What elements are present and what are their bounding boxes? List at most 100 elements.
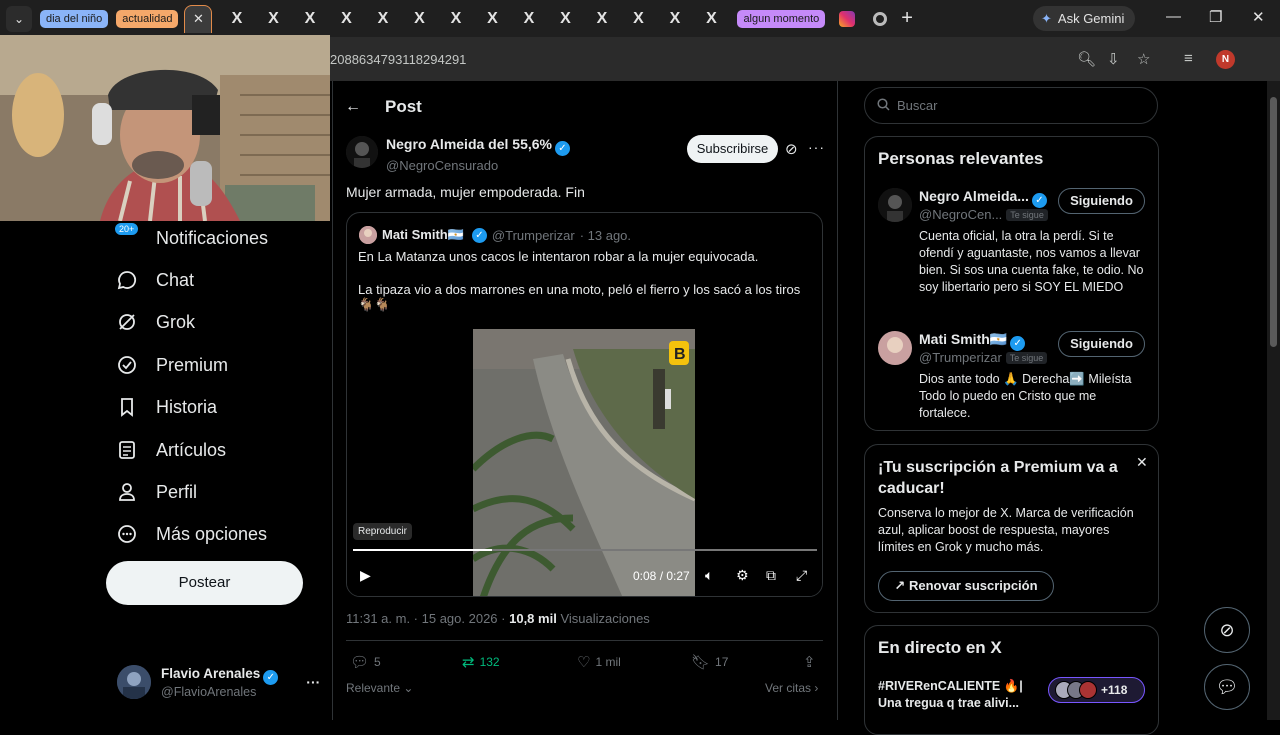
tab-search-button[interactable]: ⌄	[6, 5, 32, 32]
x-tab[interactable]: X	[480, 10, 504, 28]
follows-you-badge: Te sigue	[1006, 209, 1048, 221]
premium-title: ¡Tu suscripción a Premium va a caducar!	[878, 459, 1118, 497]
reply-button[interactable]: 💬︎ 5	[350, 653, 381, 671]
star-icon[interactable]: ☆	[1137, 50, 1150, 68]
avatar[interactable]	[346, 136, 378, 168]
ask-gemini-button[interactable]: ✦ Ask Gemini	[1033, 6, 1135, 31]
grok-icon[interactable]: ⊘	[785, 140, 798, 158]
like-button[interactable]: ♡ 1 mil	[577, 653, 621, 671]
account-handle: @FlavioArenales	[161, 684, 257, 699]
quoted-post[interactable]: Mati Smith🇦🇷 ✓ @Trumperizar · 13 ago. En…	[346, 212, 823, 597]
nav-premium[interactable]: Premium	[116, 354, 228, 376]
sort-dropdown[interactable]: Relevante ⌄	[346, 681, 413, 695]
x-tab[interactable]: X	[225, 10, 249, 28]
following-button[interactable]: Siguiendo	[1058, 188, 1145, 214]
quoted-date: · 13 ago.	[579, 227, 632, 243]
x-tab[interactable]: X	[298, 10, 322, 28]
x-tab[interactable]: X	[590, 10, 614, 28]
video-time: 0:08 / 0:27	[633, 569, 690, 583]
search-placeholder: Buscar	[897, 98, 938, 113]
video-progress-fill	[353, 549, 493, 551]
repost-button[interactable]: ⇄ 132	[462, 653, 500, 671]
more-icon[interactable]: ···	[808, 139, 825, 155]
quoted-text-line2: La tipaza vio a dos marrones en una moto…	[358, 282, 800, 313]
x-tab[interactable]: X	[371, 10, 395, 28]
author-handle[interactable]: @NegroCensurado	[386, 158, 570, 173]
premium-card: ¡Tu suscripción a Premium va a caducar! …	[864, 444, 1159, 613]
x-tab[interactable]: X	[444, 10, 468, 28]
scrollbar-thumb[interactable]	[1270, 97, 1277, 347]
x-tab[interactable]: X	[553, 10, 577, 28]
account-switcher[interactable]: Flavio Arenales ✓ @FlavioArenales ···	[117, 665, 320, 699]
renew-subscription-button[interactable]: ↗ Renovar suscripción	[878, 571, 1054, 601]
tab-group-algun-momento[interactable]: algun momento	[737, 9, 826, 28]
avatar	[117, 665, 151, 699]
nav-articulos[interactable]: Artículos	[116, 439, 226, 461]
nav-chat[interactable]: Chat	[116, 269, 194, 291]
scrollbar[interactable]	[1267, 81, 1280, 720]
x-tab[interactable]: X	[517, 10, 541, 28]
follows-you-badge: Te sigue	[1005, 352, 1048, 364]
close-icon[interactable]: ✕	[193, 11, 204, 27]
maximize-icon[interactable]: ❐	[1209, 8, 1222, 26]
live-topic[interactable]: #RIVERenCALIENTE 🔥| Una tregua q trae al…	[878, 678, 1038, 712]
volume-icon[interactable]: 🔈︎	[705, 567, 713, 584]
card-title: En directo en X	[878, 638, 1002, 657]
nav-perfil[interactable]: Perfil	[116, 481, 197, 503]
tab-group-actualidad[interactable]: actualidad	[116, 9, 179, 28]
x-tab[interactable]: X	[699, 10, 723, 28]
minimize-icon[interactable]: —	[1166, 8, 1181, 25]
bookmark-button[interactable]: 🔖︎ 17	[691, 653, 728, 671]
chrome-tab-icon[interactable]	[873, 11, 888, 26]
pip-icon[interactable]: ⧉	[766, 567, 776, 584]
share-button[interactable]: ⇪	[803, 653, 816, 671]
nav-historia[interactable]: Historia	[116, 396, 217, 418]
see-quotes-link[interactable]: Ver citas ›	[765, 681, 818, 695]
search-input[interactable]: Buscar	[864, 87, 1158, 124]
subscribe-button[interactable]: Subscribirse	[687, 135, 778, 163]
quoted-author[interactable]: Mati Smith🇦🇷 ✓ @Trumperizar · 13 ago.	[359, 226, 631, 244]
x-tab[interactable]: X	[626, 10, 650, 28]
video-player[interactable]: B Reproducir ▶ 0:08 / 0:27 🔈︎ ⚙ ⧉ ⤢	[347, 327, 822, 596]
active-tab[interactable]: ✕	[184, 4, 213, 33]
chevron-down-icon: ⌄	[403, 681, 414, 695]
settings-icon[interactable]: ⚙	[736, 567, 749, 584]
instagram-tab-icon[interactable]	[839, 10, 856, 27]
post-meta: 11:31 a. m. · 15 ago. 2026 · 10,8 mil Vi…	[346, 611, 650, 626]
new-tab-button[interactable]: +	[901, 7, 913, 30]
avatar[interactable]	[878, 188, 912, 222]
install-app-icon[interactable]: ⇩	[1107, 50, 1120, 68]
following-button[interactable]: Siguiendo	[1058, 331, 1145, 357]
play-icon[interactable]: ▶	[360, 567, 371, 584]
nav-notifications[interactable]: Notificaciones	[116, 227, 268, 249]
nav-mas-opciones[interactable]: Más opciones	[116, 523, 267, 545]
play-tooltip: Reproducir	[353, 523, 412, 540]
x-tab[interactable]: X	[663, 10, 687, 28]
tab-group-dia-del-nino[interactable]: dia del niño	[40, 9, 109, 28]
x-tab[interactable]: X	[261, 10, 285, 28]
post-author[interactable]: Negro Almeida del 55,6% ✓ @NegroCensurado	[386, 136, 570, 173]
nav-grok[interactable]: Grok	[116, 311, 195, 333]
fullscreen-icon[interactable]: ⤢	[796, 567, 807, 584]
live-participants[interactable]: +118	[1048, 677, 1145, 703]
url-text[interactable]: 2088634793118294291	[330, 52, 466, 67]
reply-count: 5	[374, 655, 381, 669]
video-progress-bar[interactable]	[353, 549, 817, 551]
profile-avatar[interactable]: N	[1216, 50, 1235, 69]
avatar	[1079, 681, 1097, 699]
live-count: +118	[1101, 683, 1128, 697]
avatar[interactable]	[878, 331, 912, 365]
grok-icon[interactable]: ⊘	[1204, 607, 1250, 653]
window-close-icon[interactable]: ✕	[1252, 8, 1265, 26]
zoom-icon[interactable]: 🔍︎	[1077, 50, 1096, 68]
author-name[interactable]: Negro Almeida del 55,6%	[386, 136, 552, 152]
x-tab[interactable]: X	[334, 10, 358, 28]
x-tab[interactable]: X	[407, 10, 431, 28]
post-button[interactable]: Postear	[106, 561, 303, 605]
media-list-icon[interactable]: ≡	[1184, 50, 1193, 67]
chat-icon[interactable]: 💬︎	[1204, 664, 1250, 710]
back-arrow-icon[interactable]: ←	[345, 98, 361, 116]
close-icon[interactable]: ✕	[1136, 454, 1148, 471]
person-bio: Dios ante todo 🙏 Derecha➡️ Mileísta Todo…	[919, 372, 1132, 420]
more-icon[interactable]: ···	[306, 674, 320, 690]
